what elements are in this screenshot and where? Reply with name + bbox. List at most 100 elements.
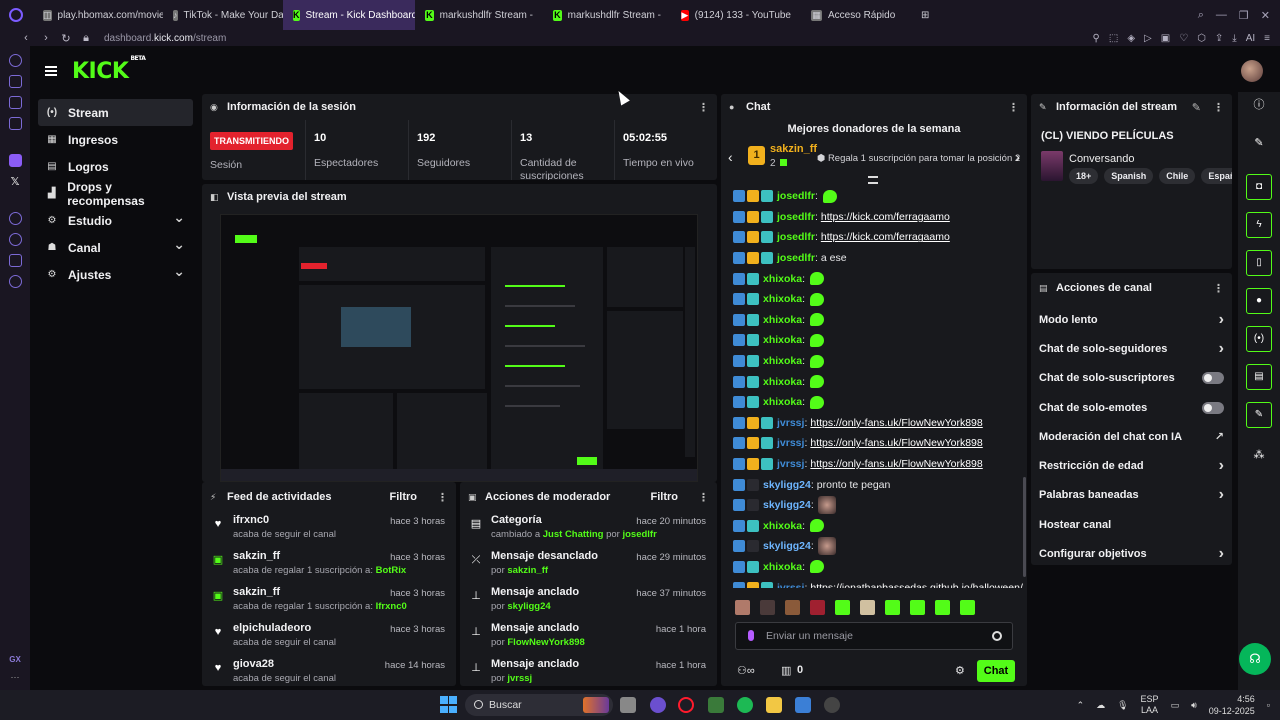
minimize-icon[interactable]: — xyxy=(1216,9,1227,22)
opera-logo-icon[interactable] xyxy=(9,8,23,22)
browser-tab[interactable]: ◫ play.hbomax.com/movies xyxy=(33,0,163,30)
clock[interactable]: 4:56 09-12-2025 xyxy=(1209,693,1255,717)
chat-message[interactable]: skyligg24: xyxy=(721,536,1027,557)
menu-icon[interactable]: ≡ xyxy=(1264,33,1270,44)
nav-item-settings[interactable]: ⚙ Ajustes ⌄ xyxy=(38,261,193,288)
gift-box-icon[interactable]: ▥ xyxy=(781,664,791,677)
chat-message[interactable]: xhixoka: xyxy=(721,351,1027,372)
chat-username[interactable]: xhixoka xyxy=(763,520,802,532)
chat-message[interactable]: skyligg24: pronto te pegan xyxy=(721,474,1027,495)
chat-username[interactable]: xhixoka xyxy=(763,314,802,326)
language-indicator[interactable]: ESP LAA xyxy=(1141,694,1159,716)
chat-message[interactable]: jvrssj: https://only-fans.uk/FlowNewYork8… xyxy=(721,433,1027,454)
chat-settings-icon[interactable]: ⚙ xyxy=(955,664,965,677)
reload-icon[interactable]: ↻ xyxy=(58,32,74,45)
task-view-icon[interactable] xyxy=(620,697,636,713)
emote-icon[interactable] xyxy=(810,600,825,615)
messenger-icon[interactable] xyxy=(8,96,22,109)
donor-next-icon[interactable]: › xyxy=(1015,149,1020,165)
send-chat-button[interactable]: Chat xyxy=(977,660,1015,682)
chat-message[interactable]: jvrssj: https://only-fans.uk/FlowNewYork8… xyxy=(721,454,1027,475)
channel-action[interactable]: Chat de solo-seguidores › xyxy=(1031,334,1232,363)
channel-actions-toggle-icon[interactable]: ▤ xyxy=(1246,364,1272,390)
stream-info-more-icon[interactable]: ⋮ xyxy=(1213,101,1224,114)
list-item[interactable]: ▣ sakzin_ff acaba de regalar 1 suscripción… xyxy=(202,548,456,584)
nav-item-stream[interactable]: (•) Stream xyxy=(38,99,193,126)
channel-action[interactable]: Chat de solo-suscriptores xyxy=(1031,364,1232,393)
search-tabs-icon[interactable]: ⌕ xyxy=(1198,9,1204,22)
chat-username[interactable]: jvrssj xyxy=(777,458,804,470)
volume-icon[interactable]: 🔊︎ xyxy=(1191,700,1197,711)
toggle-switch[interactable] xyxy=(1202,401,1224,414)
windows-start-icon[interactable] xyxy=(440,696,457,713)
chat-message[interactable]: josedlfr: a ese xyxy=(721,248,1027,269)
pin-icon[interactable]: ⚲ xyxy=(1093,33,1100,44)
channel-action[interactable]: Restricción de edad › xyxy=(1031,451,1232,480)
session-toggle-icon[interactable]: ▯ xyxy=(1246,250,1272,276)
chat-message[interactable]: jvrssj: https://only-fans.uk/FlowNewYork8… xyxy=(721,413,1027,434)
support-chat-icon[interactable]: ☊ xyxy=(1239,643,1271,675)
chat-username[interactable]: xhixoka xyxy=(763,376,802,388)
chat-username[interactable]: jvrssj xyxy=(777,582,804,588)
emote-icon[interactable] xyxy=(785,600,800,615)
nav-item-drops[interactable]: ▟ Drops y recompensas xyxy=(38,180,193,208)
player-sidebar-icon[interactable] xyxy=(8,212,22,225)
browser-tab[interactable]: ▶ (9124) 133 - YouTube xyxy=(671,0,801,30)
chat-more-icon[interactable]: ⋮ xyxy=(1008,101,1019,114)
toggle-switch[interactable] xyxy=(1202,372,1224,385)
chat-message[interactable]: xhixoka: xyxy=(721,516,1027,537)
channel-points-icon[interactable]: ⚇∞ xyxy=(737,664,755,677)
microphone-icon[interactable] xyxy=(748,630,754,641)
more-label[interactable]: ··· xyxy=(11,672,20,682)
emote-icon[interactable] xyxy=(735,600,750,615)
close-icon[interactable]: ✕ xyxy=(1261,9,1270,22)
donor-name[interactable]: sakzin_ff xyxy=(770,143,817,155)
list-item[interactable]: ⤫ Mensaje desanclado por sakzin_ff hace 29 … xyxy=(460,548,717,584)
chat-username[interactable]: jvrssj xyxy=(777,437,804,449)
url-field[interactable]: dashboard.kick.com/stream xyxy=(104,33,226,44)
chat-message[interactable]: skyligg24: xyxy=(721,495,1027,516)
broadcast-toggle-icon[interactable]: (•) xyxy=(1246,326,1272,352)
collapse-donors-icon[interactable] xyxy=(868,176,878,184)
emote-icon[interactable] xyxy=(760,600,775,615)
channel-action[interactable]: Palabras baneadas › xyxy=(1031,481,1232,510)
back-icon[interactable]: ‹ xyxy=(18,32,34,44)
chat-username[interactable]: josedlfr xyxy=(777,190,815,202)
maximize-icon[interactable]: ❐ xyxy=(1239,9,1249,22)
chat-link[interactable]: https://kick.com/ferragaamo xyxy=(821,231,950,243)
browser-tab[interactable]: Kmarkushdlfr Stream - xyxy=(415,0,543,30)
download-icon[interactable]: ⤓ xyxy=(1232,33,1236,44)
chat-message[interactable]: josedlfr: https://kick.com/ferragaamo xyxy=(721,227,1027,248)
chat-message[interactable]: xhixoka: xyxy=(721,330,1027,351)
edit-stream-icon[interactable]: ✎ xyxy=(1192,101,1201,114)
chat-username[interactable]: xhixoka xyxy=(763,334,802,346)
nav-item-achievements[interactable]: ▤ Logros xyxy=(38,153,193,180)
list-item[interactable]: ⊥ Mensaje anclado por FlowNewYork898 hace 1… xyxy=(460,620,717,656)
file-explorer-icon[interactable] xyxy=(766,697,782,713)
emote-icon[interactable] xyxy=(885,600,900,615)
nav-item-channel[interactable]: ☗ Canal ⌄ xyxy=(38,234,193,261)
chat-message[interactable]: josedlfr: xyxy=(721,186,1027,207)
forward-icon[interactable]: › xyxy=(38,32,54,44)
chat-message[interactable]: josedlfr: https://kick.com/ferragaamo xyxy=(721,207,1027,228)
list-item[interactable]: ♥ elpichuladeoro acaba de seguir el canal h… xyxy=(202,620,456,656)
channel-action[interactable]: Configurar objetivos › xyxy=(1031,539,1232,565)
mic-tray-icon[interactable]: 🎙︎ xyxy=(1117,700,1128,711)
chat-input[interactable]: Enviar un mensaje xyxy=(735,622,1013,650)
info-icon[interactable]: ⓘ xyxy=(1246,92,1272,118)
chat-link[interactable]: https://jonathanbassedas.github.io/hallo… xyxy=(810,582,1023,588)
activity-more-icon[interactable]: ⋮ xyxy=(437,491,448,504)
list-item[interactable]: ▤ Categoría cambiado a Just Chatting por j… xyxy=(460,512,717,548)
chat-link[interactable]: https://only-fans.uk/FlowNewYork898 xyxy=(810,417,982,429)
menu-toggle-icon[interactable] xyxy=(45,66,57,76)
kick-logo[interactable]: KICKBETA xyxy=(72,55,146,84)
shield-icon[interactable]: ◈ xyxy=(1127,33,1135,44)
chat-message[interactable]: jvrssj: https://jonathanbassedas.github.i… xyxy=(721,577,1027,588)
wallet-icon[interactable]: ▣ xyxy=(1161,33,1170,44)
x-icon[interactable]: 𝕏 xyxy=(11,175,20,188)
chat-message[interactable]: xhixoka: xyxy=(721,310,1027,331)
chat-username[interactable]: josedlfr xyxy=(777,231,815,243)
chat-message[interactable]: xhixoka: xyxy=(721,268,1027,289)
share-icon[interactable]: ⇪ xyxy=(1215,33,1223,44)
emote-icon[interactable] xyxy=(835,600,850,615)
